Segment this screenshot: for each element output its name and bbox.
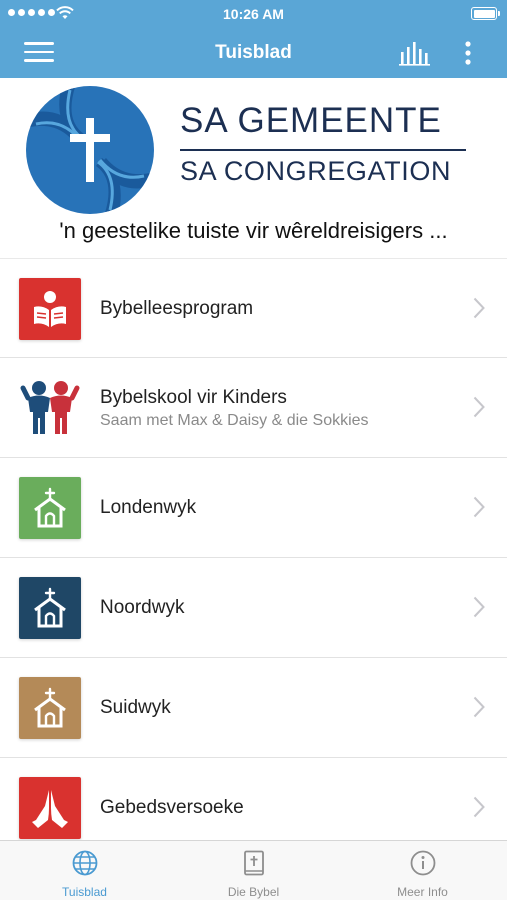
tab-meer-info[interactable]: Meer Info bbox=[338, 841, 507, 900]
list-item-title: Suidwyk bbox=[100, 697, 171, 718]
top-bar: 10:26 AM Tuisblad bbox=[0, 0, 507, 78]
battery-icon bbox=[471, 7, 500, 20]
globe-icon bbox=[72, 850, 97, 876]
list-item-suidwyk[interactable]: Suidwyk bbox=[0, 658, 507, 758]
brand-subname: SA CONGREGATION bbox=[180, 156, 452, 186]
status-bar: 10:26 AM bbox=[0, 0, 507, 28]
brand-divider bbox=[180, 149, 466, 151]
tab-die-bybel[interactable]: Die Bybel bbox=[169, 841, 338, 900]
menu-list: Bybelleesprogram Bybelskool vir Kinders … bbox=[0, 258, 507, 858]
children-icon bbox=[19, 377, 81, 439]
navigation-bar: Tuisblad bbox=[0, 28, 507, 78]
brand-header: SA GEMEENTE SA CONGREGATION 'n geestelik… bbox=[0, 78, 507, 258]
chevron-right-icon bbox=[473, 297, 485, 319]
list-item-londenwyk[interactable]: Londenwyk bbox=[0, 458, 507, 558]
info-icon bbox=[410, 850, 435, 876]
church-icon bbox=[19, 577, 81, 639]
chevron-right-icon bbox=[473, 396, 485, 418]
list-item-bybelleesprogram[interactable]: Bybelleesprogram bbox=[0, 258, 507, 358]
reading-person-icon bbox=[19, 278, 81, 340]
status-time: 10:26 AM bbox=[223, 6, 284, 22]
tab-label: Meer Info bbox=[397, 885, 448, 899]
tab-bar: Tuisblad Die Bybel Meer Info bbox=[0, 840, 507, 900]
list-item-bybelskool[interactable]: Bybelskool vir Kinders Saam met Max & Da… bbox=[0, 358, 507, 458]
tab-label: Die Bybel bbox=[227, 885, 280, 899]
tab-tuisblad[interactable]: Tuisblad bbox=[0, 841, 169, 900]
church-icon bbox=[19, 677, 81, 739]
chevron-right-icon bbox=[473, 596, 485, 618]
chevron-right-icon bbox=[473, 496, 485, 518]
list-item-subtitle: Saam met Max & Daisy & die Sokkies bbox=[100, 412, 369, 429]
chevron-right-icon bbox=[473, 696, 485, 718]
list-item-title: Bybelskool vir Kinders bbox=[100, 387, 287, 408]
list-item-title: Londenwyk bbox=[100, 497, 197, 518]
chevron-right-icon bbox=[473, 796, 485, 818]
bar-chart-icon[interactable] bbox=[398, 40, 432, 66]
bible-icon bbox=[243, 850, 264, 876]
list-item-title: Bybelleesprogram bbox=[100, 298, 254, 319]
list-item-title: Noordwyk bbox=[100, 597, 185, 618]
brand-name: SA GEMEENTE bbox=[180, 101, 442, 140]
tab-label: Tuisblad bbox=[62, 885, 107, 899]
church-icon bbox=[19, 477, 81, 539]
list-item-noordwyk[interactable]: Noordwyk bbox=[0, 558, 507, 658]
tagline: 'n geestelike tuiste vir wêreldreisigers… bbox=[59, 218, 448, 243]
more-vertical-icon[interactable] bbox=[458, 38, 478, 68]
praying-hands-icon bbox=[19, 777, 81, 839]
congregation-logo bbox=[26, 86, 154, 214]
list-item-title: Gebedsversoeke bbox=[100, 797, 244, 818]
